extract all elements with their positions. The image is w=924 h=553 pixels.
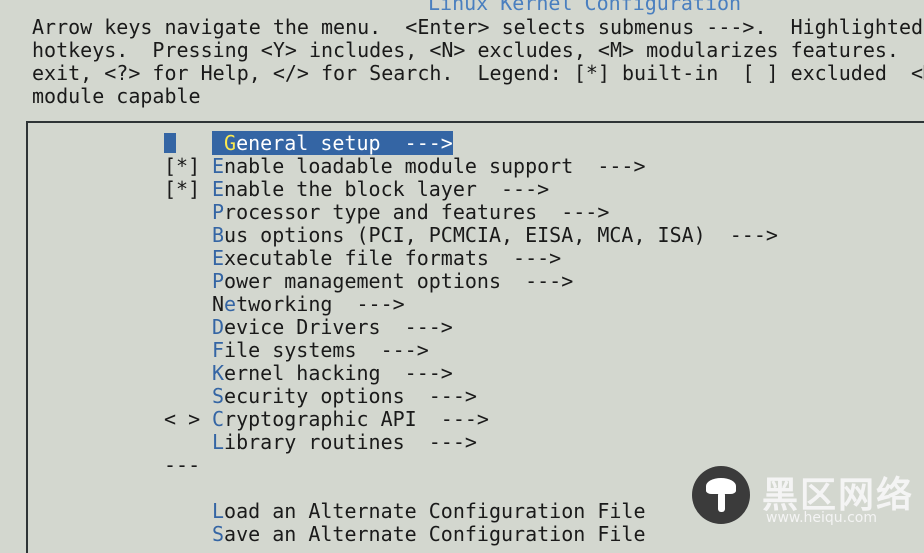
menu-item-power-management[interactable]: Power management options ---> [164,270,778,293]
hotkey-letter: K [212,361,225,385]
menu-item-save-alternate-config[interactable]: Save an Alternate Configuration File [164,523,778,546]
help-line: module capable [32,84,201,108]
menu-spacer [164,477,778,500]
menu-item-load-alternate-config[interactable]: Load an Alternate Configuration File [164,500,778,523]
menu-item-block-layer[interactable]: [*] Enable the block layer ---> [164,178,778,201]
watermark-url: www.heiqu.com [766,510,878,526]
hotkey-letter: E [212,154,225,178]
hotkey-letter: E [212,246,225,270]
hotkey-letter: L [212,430,225,454]
menu-item-loadable-module-support[interactable]: [*] Enable loadable module support ---> [164,155,778,178]
menu-item-processor-type[interactable]: Processor type and features ---> [164,201,778,224]
hotkey-letter: C [212,407,225,431]
help-line: hotkeys. Pressing <Y> includes, <N> excl… [32,38,924,62]
window-title: Linux Kernel Configuration [428,0,742,15]
mushroom-logo-icon [692,466,750,524]
menu-item-general-setup[interactable]: General setup ---> [164,131,778,155]
help-line: Arrow keys navigate the menu. <Enter> se… [32,16,924,39]
menu-item-executable-formats[interactable]: Executable file formats ---> [164,247,778,270]
module-capable-toggle[interactable]: < > [164,408,212,431]
checkbox-built-in[interactable]: [*] [164,155,212,178]
hotkey-letter: P [212,269,225,293]
menu-item-cryptographic-api[interactable]: < > Cryptographic API ---> [164,408,778,431]
hotkey-letter: L [212,499,225,523]
help-line: exit, <?> for Help, </> for Search. Lege… [32,61,924,85]
hotkey-letter: P [212,200,225,224]
menu-item-kernel-hacking[interactable]: Kernel hacking ---> [164,362,778,385]
menu-item-library-routines[interactable]: Library routines ---> [164,431,778,454]
help-text: Arrow keys navigate the menu. <Enter> se… [32,16,924,108]
hotkey-letter: B [212,223,225,247]
menu-item-networking[interactable]: Networking ---> [164,293,778,316]
checkbox-built-in[interactable]: [*] [164,178,212,201]
hotkey-letter: E [212,177,225,201]
hotkey-letter: F [212,338,225,362]
menu-item-label: General setup ---> [212,131,453,155]
menu-item-device-drivers[interactable]: Device Drivers ---> [164,316,778,339]
selection-cursor [164,133,176,153]
menu-item-security-options[interactable]: Security options ---> [164,385,778,408]
hotkey-letter: G [224,131,237,155]
menu-item-bus-options[interactable]: Bus options (PCI, PCMCIA, EISA, MCA, ISA… [164,224,778,247]
menu-list: General setup ---> [*] Enable loadable mo… [164,131,778,546]
menu-item-file-systems[interactable]: File systems ---> [164,339,778,362]
menu-separator: --- [164,453,201,477]
hotkey-letter: D [212,315,225,339]
hotkey-letter: S [212,522,225,546]
hotkey-letter: S [212,384,225,408]
hotkey-letter: e [224,292,237,316]
watermark: 黑区网络 www.heiqu.com [692,462,924,530]
